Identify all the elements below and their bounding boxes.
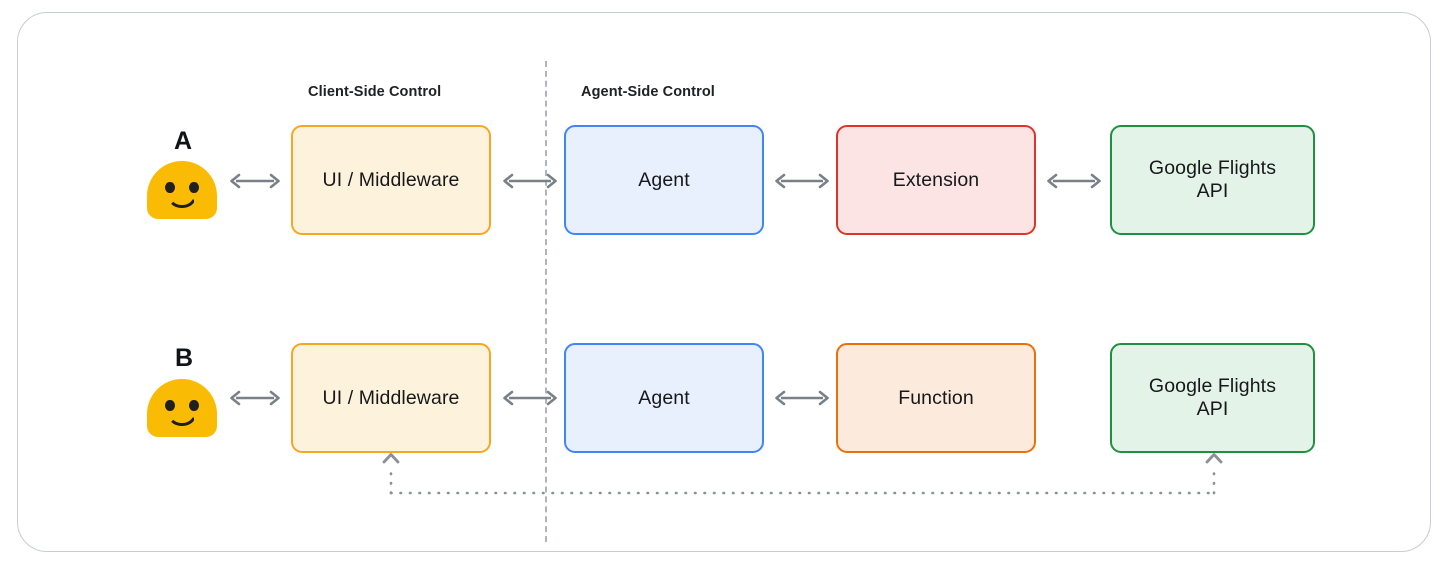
user-avatar-icon xyxy=(147,161,217,219)
node-label: Extension xyxy=(892,168,980,191)
bidirectional-arrow-agent-to-function-b xyxy=(775,387,829,409)
node-label-line1: Google Flights xyxy=(1148,157,1277,179)
node-label: UI / Middleware xyxy=(322,168,460,191)
node-ui-middleware-a[interactable]: UI / Middleware xyxy=(291,125,491,235)
avatar-face-shape xyxy=(147,161,217,219)
node-label-line2: API xyxy=(1196,398,1229,420)
node-label: Agent xyxy=(638,168,690,191)
avatar-eye-left xyxy=(165,182,175,193)
bidirectional-arrow-extension-to-api-a xyxy=(1047,170,1101,192)
section-label-client-side: Client-Side Control xyxy=(308,84,442,100)
node-extension-a[interactable]: Extension xyxy=(836,125,1036,235)
bidirectional-arrow-ui-to-agent-b xyxy=(503,387,557,409)
client-agent-divider xyxy=(545,61,547,542)
bidirectional-arrow-user-to-ui-a xyxy=(230,170,280,192)
avatar-eye-right xyxy=(189,400,199,411)
node-label: Function xyxy=(898,386,974,409)
node-agent-b[interactable]: Agent xyxy=(564,343,764,453)
node-label-line2: API xyxy=(1196,180,1229,202)
node-label-line1: Google Flights xyxy=(1148,375,1277,397)
bidirectional-arrow-agent-to-extension-a xyxy=(775,170,829,192)
row-letter-b: B xyxy=(175,344,194,372)
avatar-eye-right xyxy=(189,182,199,193)
node-google-flights-api-a[interactable]: Google Flights API xyxy=(1110,125,1315,235)
section-label-agent-side: Agent-Side Control xyxy=(581,84,715,100)
node-label: Agent xyxy=(638,386,690,409)
row-letter-a: A xyxy=(174,127,193,155)
node-ui-middleware-b[interactable]: UI / Middleware xyxy=(291,343,491,453)
node-label: Google Flights API xyxy=(1149,157,1276,203)
feedback-path-group xyxy=(18,13,1432,553)
node-label: Google Flights API xyxy=(1149,375,1276,421)
bidirectional-arrow-ui-to-agent-a xyxy=(503,170,557,192)
node-label: UI / Middleware xyxy=(322,386,460,409)
node-agent-a[interactable]: Agent xyxy=(564,125,764,235)
avatar-eye-left xyxy=(165,400,175,411)
user-avatar-icon xyxy=(147,379,217,437)
bidirectional-arrow-user-to-ui-b xyxy=(230,387,280,409)
diagram-container: Client-Side Control Agent-Side Control A… xyxy=(17,12,1431,552)
node-function-b[interactable]: Function xyxy=(836,343,1036,453)
avatar-face-shape xyxy=(147,379,217,437)
node-google-flights-api-b[interactable]: Google Flights API xyxy=(1110,343,1315,453)
